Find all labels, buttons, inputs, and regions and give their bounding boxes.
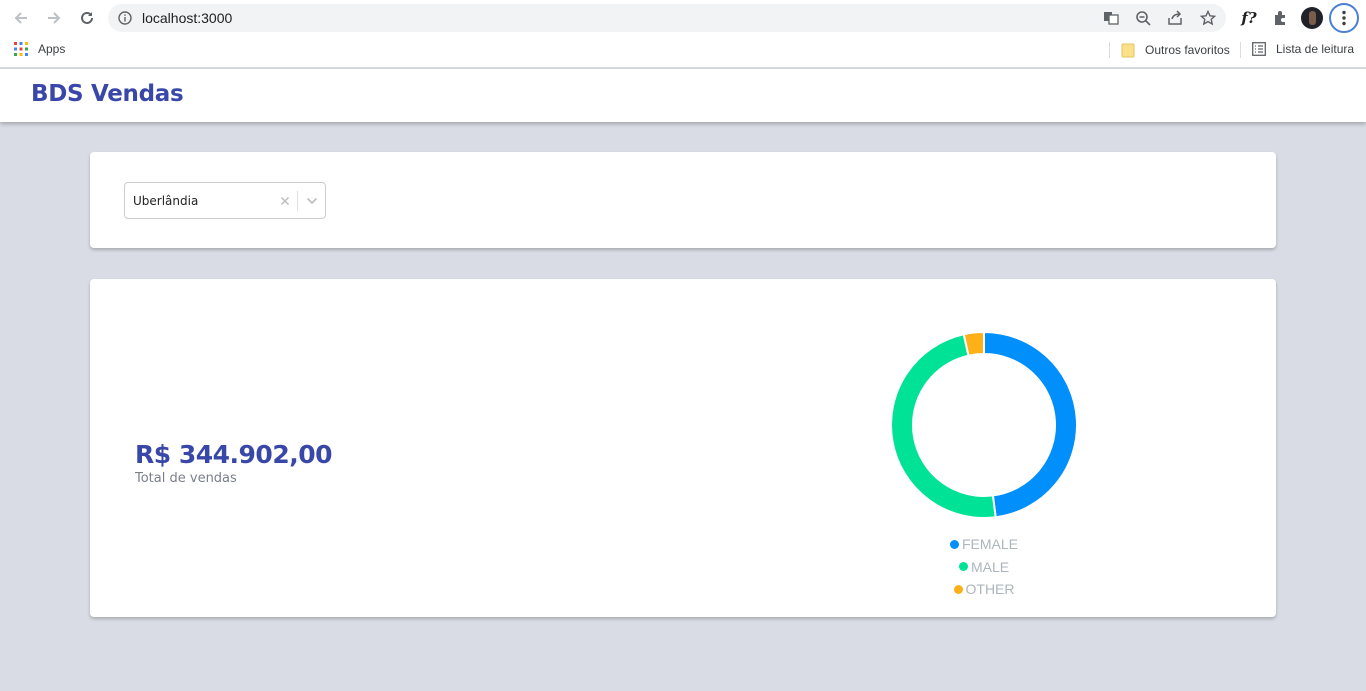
legend-label: OTHER — [965, 581, 1015, 598]
back-button[interactable] — [10, 7, 32, 29]
bookmarks-divider — [1109, 42, 1110, 58]
url-text[interactable]: localhost:3000 — [142, 10, 232, 26]
bookmarks-divider — [1240, 42, 1241, 58]
translate-icon[interactable] — [1103, 10, 1119, 26]
share-icon[interactable] — [1167, 10, 1183, 26]
folder-icon — [1121, 43, 1135, 58]
gender-donut-chart — [889, 330, 1078, 519]
select-separator — [297, 191, 298, 211]
arrow-left-icon — [14, 12, 27, 24]
clear-selection-button[interactable] — [277, 193, 293, 209]
app-header: BDS Vendas — [0, 69, 1366, 122]
apps-label: Apps — [38, 42, 66, 56]
bookmarks-bar: Apps Outros favoritos Lista de leitura — [0, 36, 1366, 68]
profile-avatar[interactable] — [1301, 7, 1323, 29]
apps-grid-icon — [14, 42, 28, 56]
store-select-value: Uberlândia — [133, 194, 199, 208]
browser-toolbar: localhost:3000 f? — [0, 0, 1366, 36]
legend-item-female[interactable]: FEMALE — [890, 533, 1078, 556]
reading-list-icon — [1252, 42, 1266, 56]
sales-summary-card: R$ 344.902,00 Total de vendas FEMALE MALE… — [90, 279, 1276, 617]
chevron-down-icon — [306, 197, 318, 205]
reading-list-label: Lista de leitura — [1276, 42, 1355, 56]
close-icon — [280, 196, 290, 206]
reading-list-button[interactable]: Lista de leitura — [1252, 42, 1354, 56]
puzzle-icon[interactable] — [1269, 7, 1291, 29]
bookmark-star-icon[interactable] — [1200, 10, 1216, 26]
store-select[interactable]: Uberlândia — [124, 182, 326, 219]
other-bookmarks-folder[interactable]: Outros favoritos — [1121, 42, 1230, 58]
chart-legend: FEMALE MALE OTHER — [890, 533, 1078, 601]
legend-label: FEMALE — [961, 536, 1018, 553]
zoom-out-icon[interactable] — [1135, 10, 1151, 26]
info-icon[interactable] — [118, 11, 132, 25]
donut-slice-other[interactable] — [962, 330, 985, 357]
donut-slice-female[interactable] — [983, 330, 1078, 519]
forward-button[interactable] — [43, 7, 65, 29]
chrome-menu-button[interactable] — [1329, 3, 1359, 33]
legend-marker — [958, 562, 968, 572]
dropdown-toggle[interactable] — [304, 193, 320, 209]
address-bar[interactable]: localhost:3000 — [108, 4, 1226, 32]
legend-marker — [949, 539, 959, 549]
total-sales-label: Total de vendas — [135, 471, 237, 486]
total-sales-value: R$ 344.902,00 — [135, 440, 333, 469]
legend-marker — [953, 584, 963, 594]
more-vert-icon — [1342, 10, 1346, 26]
legend-item-male[interactable]: MALE — [890, 556, 1078, 579]
other-bookmarks-label: Outros favoritos — [1145, 43, 1230, 57]
legend-item-other[interactable]: OTHER — [890, 578, 1078, 601]
apps-shortcut[interactable]: Apps — [14, 42, 65, 56]
extension-formula-icon[interactable]: f? — [1238, 7, 1260, 29]
legend-label: MALE — [970, 558, 1010, 575]
reload-icon — [81, 11, 93, 24]
arrow-right-icon — [48, 12, 61, 24]
app-title: BDS Vendas — [31, 81, 184, 107]
reload-button[interactable] — [76, 7, 98, 29]
filter-card: Uberlândia — [90, 152, 1276, 248]
donut-slice-male[interactable] — [889, 333, 997, 519]
